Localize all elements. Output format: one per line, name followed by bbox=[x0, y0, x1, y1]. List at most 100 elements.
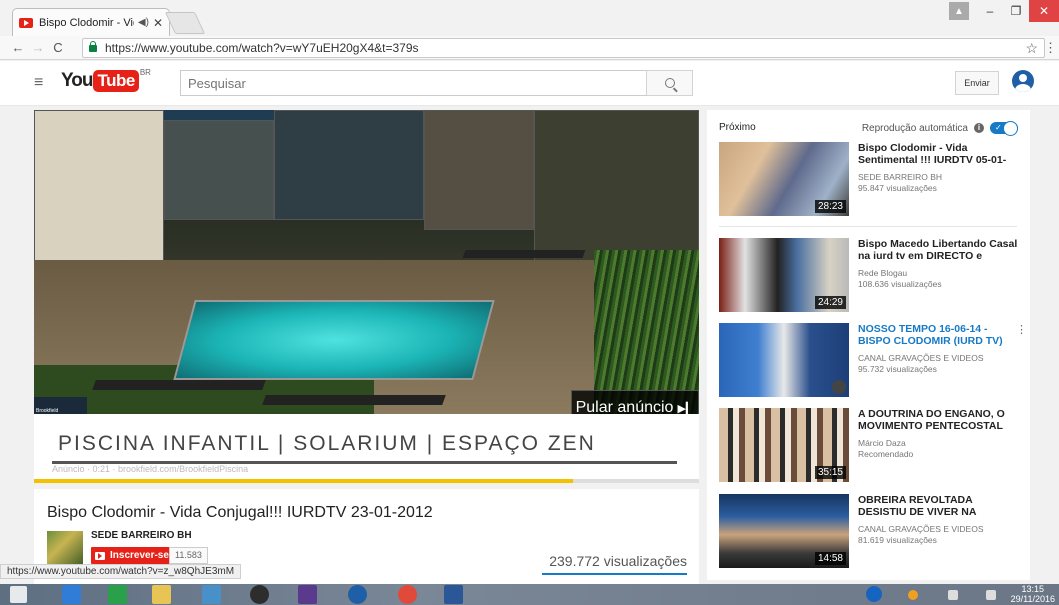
word-icon[interactable] bbox=[444, 585, 463, 604]
sidebar-video-item[interactable]: 14:58 OBREIRA REVOLTADA DESISTIU DE VIVE… bbox=[719, 494, 1019, 568]
browser-tab[interactable]: Bispo Clodomir - Vida ◀) ✕ bbox=[12, 8, 170, 36]
help-icon[interactable] bbox=[866, 586, 882, 602]
channel-name[interactable]: SEDE BARREIRO BH bbox=[91, 530, 192, 541]
youtube-favicon-icon bbox=[19, 17, 33, 28]
video-item-title[interactable]: NOSSO TEMPO 16-06-14 - BISPO CLODOMIR (I… bbox=[858, 323, 1018, 347]
lock-icon bbox=[89, 40, 97, 52]
sidebar-video-item[interactable]: 35:15 A DOUTRINA DO ENGANO, O MOVIMENTO … bbox=[719, 408, 1019, 482]
video-item-channel: CANAL GRAVAÇÕES E VIDEOS bbox=[858, 524, 984, 534]
tab-title: Bispo Clodomir - Vida bbox=[39, 16, 134, 29]
video-item-title[interactable]: Bispo Clodomir - Vida Sentimental !!! IU… bbox=[858, 142, 1018, 166]
skip-ad-button[interactable]: Pular anúncio ▶▎ bbox=[571, 390, 699, 414]
store-icon[interactable] bbox=[108, 585, 127, 604]
address-bar[interactable]: https://www.youtube.com/watch?v=wY7uEH20… bbox=[82, 38, 1045, 58]
back-icon[interactable]: ← bbox=[8, 40, 28, 55]
volume-icon[interactable] bbox=[986, 590, 996, 600]
ad-progress-bar[interactable] bbox=[34, 479, 699, 483]
hp-icon[interactable] bbox=[348, 585, 367, 604]
bookmark-star-icon[interactable]: ☆ bbox=[1025, 40, 1038, 57]
video-thumbnail[interactable]: 35:15 bbox=[719, 408, 849, 482]
browser-menu-icon[interactable]: ⋮ bbox=[1044, 40, 1057, 56]
view-count: 239.772 visualizações bbox=[549, 553, 687, 569]
clock-date: 29/11/2016 bbox=[1010, 594, 1055, 604]
subscribe-button[interactable]: Inscrever-se bbox=[91, 547, 175, 564]
info-icon[interactable]: i bbox=[974, 123, 984, 133]
video-item-views: 81.619 visualizações bbox=[858, 535, 937, 545]
video-thumbnail[interactable] bbox=[719, 323, 849, 397]
network-icon[interactable] bbox=[948, 590, 958, 600]
sidebar-video-item[interactable]: NOSSO TEMPO 16-06-14 - BISPO CLODOMIR (I… bbox=[719, 323, 1027, 397]
video-item-title[interactable]: OBREIRA REVOLTADA DESISTIU DE VIVER NA bbox=[858, 494, 1018, 518]
forward-icon[interactable]: → bbox=[28, 40, 48, 55]
video-item-channel: Márcio Daza bbox=[858, 438, 906, 448]
youtube-header: ≡ YouTube BR Enviar bbox=[0, 61, 1059, 106]
tray-icon[interactable] bbox=[908, 590, 918, 600]
up-next-sidebar: Próximo Reprodução automática i ✓ 28:23 … bbox=[707, 110, 1030, 580]
upload-button[interactable]: Enviar bbox=[955, 71, 999, 95]
youtube-play-icon bbox=[95, 551, 105, 560]
restore-button[interactable]: ❐ bbox=[1003, 0, 1029, 22]
search-button[interactable] bbox=[646, 70, 693, 96]
autoplay-control: Reprodução automática i ✓ bbox=[861, 121, 1018, 136]
search-icon bbox=[664, 78, 675, 88]
video-item-channel: CANAL GRAVAÇÕES E VIDEOS bbox=[858, 353, 984, 363]
autoplay-toggle[interactable]: ✓ bbox=[990, 121, 1018, 136]
close-tab-icon[interactable]: ✕ bbox=[153, 16, 163, 30]
screen: Bispo Clodomir - Vida ◀) ✕ ▲ – ❐ ✕ ← → C… bbox=[0, 0, 1059, 605]
app-icon[interactable] bbox=[202, 585, 221, 604]
video-thumbnail[interactable]: 24:29 bbox=[719, 238, 849, 312]
video-thumbnail[interactable]: 14:58 bbox=[719, 494, 849, 568]
video-item-title[interactable]: A DOUTRINA DO ENGANO, O MOVIMENTO PENTEC… bbox=[858, 408, 1018, 432]
sidebar-video-item[interactable]: 28:23 Bispo Clodomir - Vida Sentimental … bbox=[719, 142, 1019, 216]
video-item-title[interactable]: Bispo Macedo Libertando Casal na iurd tv… bbox=[858, 238, 1018, 262]
media-icon[interactable] bbox=[250, 585, 269, 604]
autoplay-label: Reprodução automática bbox=[861, 122, 968, 134]
video-duration: 28:23 bbox=[814, 200, 846, 213]
channel-avatar[interactable] bbox=[47, 531, 83, 567]
status-bar-url: https://www.youtube.com/watch?v=z_w8QhJE… bbox=[0, 564, 242, 579]
window-controls: ▲ – ❐ ✕ bbox=[949, 0, 1059, 22]
reload-icon[interactable]: C bbox=[48, 40, 68, 55]
video-duration: 14:58 bbox=[814, 552, 846, 565]
video-item-channel: SEDE BARREIRO BH bbox=[858, 172, 943, 182]
region-label: BR bbox=[139, 68, 151, 77]
menu-icon[interactable]: ≡ bbox=[34, 74, 43, 92]
clock-time: 13:15 bbox=[1021, 584, 1045, 594]
photo-app-icon[interactable] bbox=[298, 585, 317, 604]
file-explorer-icon[interactable] bbox=[152, 585, 171, 604]
ad-title: PISCINA INFANTIL | SOLARIUM | ESPAÇO ZEN bbox=[58, 432, 596, 455]
video-item-views: 95.732 visualizações bbox=[858, 364, 937, 374]
internet-explorer-icon[interactable] bbox=[62, 585, 81, 604]
video-item-views: 108.636 visualizações bbox=[858, 279, 942, 289]
video-duration: 35:15 bbox=[814, 466, 846, 479]
profile-icon[interactable]: ▲ bbox=[949, 2, 969, 20]
chrome-icon[interactable] bbox=[398, 585, 417, 604]
video-player[interactable]: Brookfield Pular anúncio ▶▎ PISCINA INFAN… bbox=[34, 110, 699, 483]
video-item-views: Recomendado bbox=[858, 449, 914, 459]
url-text: https://www.youtube.com/watch?v=wY7uEH20… bbox=[105, 41, 419, 55]
account-avatar[interactable] bbox=[1012, 70, 1034, 92]
more-options-icon[interactable]: ⋮ bbox=[1016, 323, 1027, 336]
sidebar-video-item[interactable]: 24:29 Bispo Macedo Libertando Casal na i… bbox=[719, 238, 1019, 312]
advertiser-badge[interactable]: Brookfield bbox=[34, 397, 87, 414]
up-next-label: Próximo bbox=[719, 122, 756, 133]
subscriber-count: 11.583 bbox=[169, 547, 208, 564]
video-duration: 24:29 bbox=[814, 296, 846, 309]
ad-video-frame[interactable]: Brookfield Pular anúncio ▶▎ bbox=[34, 110, 699, 414]
youtube-logo[interactable]: You Tube BR bbox=[61, 68, 151, 92]
minimize-button[interactable]: – bbox=[977, 0, 1003, 22]
pool-image bbox=[173, 300, 495, 380]
search-input[interactable] bbox=[180, 70, 647, 96]
start-button-icon[interactable] bbox=[10, 586, 27, 603]
skip-icon: ▶▎ bbox=[677, 402, 695, 415]
audio-playing-icon[interactable]: ◀) bbox=[138, 17, 149, 28]
video-item-channel: Rede Blogau bbox=[858, 268, 908, 278]
browser-tabstrip: Bispo Clodomir - Vida ◀) ✕ ▲ – ❐ ✕ bbox=[0, 0, 1059, 36]
ad-subtitle[interactable]: Anúncio · 0:21 · brookfield.com/Brookfie… bbox=[52, 464, 248, 474]
video-title: Bispo Clodomir - Vida Conjugal!!! IURDTV… bbox=[47, 504, 433, 521]
close-window-button[interactable]: ✕ bbox=[1029, 0, 1059, 22]
new-tab-button[interactable] bbox=[164, 12, 206, 34]
system-clock[interactable]: 13:15 29/11/2016 bbox=[1011, 584, 1055, 604]
video-item-views: 95.847 visualizações bbox=[858, 183, 937, 193]
video-thumbnail[interactable]: 28:23 bbox=[719, 142, 849, 216]
